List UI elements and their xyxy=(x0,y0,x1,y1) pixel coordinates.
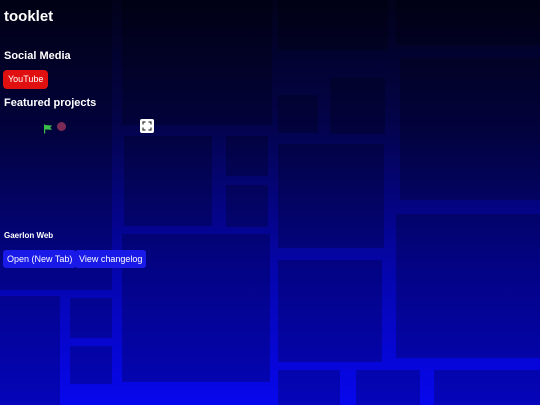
open-new-tab-button[interactable]: Open (New Tab) xyxy=(3,250,77,268)
page-content: tooklet Social Media YouTube Featured pr… xyxy=(0,0,540,405)
featured-projects-heading: Featured projects xyxy=(4,97,97,109)
stop-icon[interactable] xyxy=(57,122,66,131)
social-media-heading: Social Media xyxy=(4,50,71,62)
project-name: Gaerlon Web xyxy=(4,231,54,240)
page-title: tooklet xyxy=(4,8,54,25)
youtube-button[interactable]: YouTube xyxy=(3,70,49,89)
project-player-controls xyxy=(0,118,160,136)
fullscreen-icon[interactable] xyxy=(140,119,154,133)
view-changelog-button[interactable]: View changelog xyxy=(75,250,147,268)
green-flag-icon[interactable] xyxy=(43,121,53,134)
